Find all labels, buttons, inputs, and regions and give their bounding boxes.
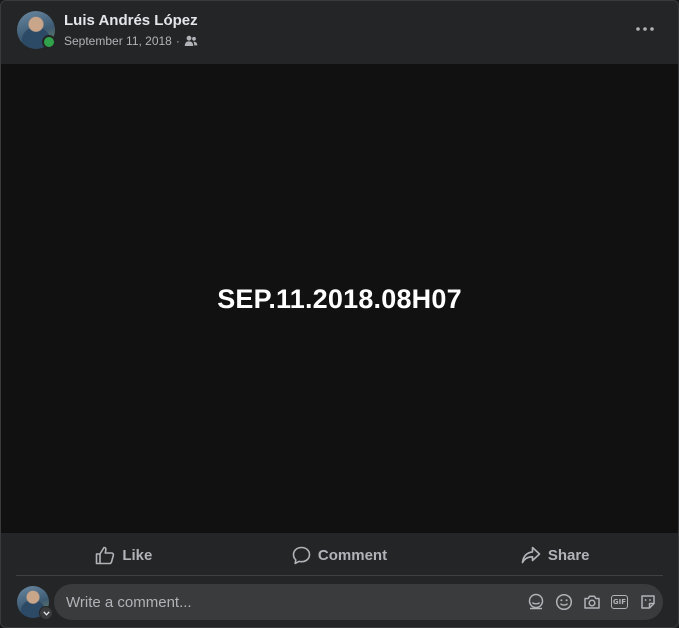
emoji-icon[interactable]: [554, 593, 573, 612]
post-card: Luis Andrés López September 11, 2018 · S: [0, 0, 679, 628]
author-name[interactable]: Luis Andrés López: [64, 12, 198, 29]
more-options-button[interactable]: [630, 17, 660, 41]
post-header: Luis Andrés López September 11, 2018 ·: [1, 1, 678, 63]
comment-icon: [292, 546, 311, 564]
gif-text: GIF: [611, 595, 628, 609]
post-media[interactable]: SEP.11.2018.08H07: [1, 64, 678, 533]
comment-box: GIF: [54, 584, 663, 620]
like-button[interactable]: Like: [16, 535, 232, 575]
camera-icon[interactable]: [582, 593, 601, 612]
friends-icon[interactable]: [184, 35, 198, 47]
more-options-icon: [636, 27, 654, 31]
media-text: SEP.11.2018.08H07: [217, 284, 462, 314]
comment-button[interactable]: Comment: [232, 535, 448, 575]
gif-icon[interactable]: GIF: [610, 593, 629, 612]
online-status-dot: [42, 35, 56, 49]
comment-composer: GIF: [16, 584, 663, 620]
post-meta: September 11, 2018 ·: [64, 34, 198, 48]
share-icon: [521, 546, 541, 564]
sticker-icon[interactable]: [638, 593, 657, 612]
share-button[interactable]: Share: [447, 535, 663, 575]
comment-label: Comment: [317, 546, 388, 564]
meta-separator: ·: [175, 34, 180, 48]
share-label: Share: [547, 546, 590, 564]
comment-tools: GIF: [526, 584, 657, 620]
chevron-down-icon[interactable]: [39, 606, 53, 620]
post-actions: Like Comment Share: [16, 535, 663, 576]
author-avatar[interactable]: [17, 11, 56, 49]
avatar-sticker-icon[interactable]: [526, 593, 545, 612]
comment-input[interactable]: [66, 584, 506, 620]
post-date[interactable]: September 11, 2018: [64, 34, 172, 48]
like-icon: [96, 546, 115, 564]
like-label: Like: [122, 546, 153, 564]
